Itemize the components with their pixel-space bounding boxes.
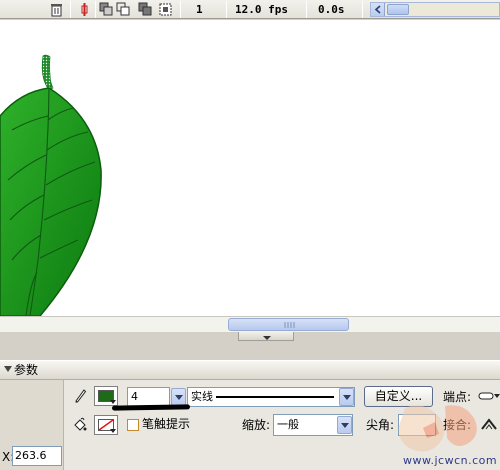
onion-skin-icon[interactable]: [99, 2, 114, 17]
toolbar-divider: [226, 1, 227, 18]
toolbar-divider: [95, 1, 96, 18]
modify-onion-markers-icon[interactable]: [158, 2, 173, 17]
paint-bucket-icon: [73, 417, 87, 437]
panel-gap: [0, 342, 500, 360]
custom-stroke-button[interactable]: 自定义...: [364, 386, 433, 407]
elapsed-time: 0.0s: [318, 3, 345, 16]
expand-triangle-icon[interactable]: [4, 366, 12, 372]
cap-label: 端点:: [443, 390, 472, 404]
pencil-icon: [73, 387, 87, 407]
panel-splitter[interactable]: [0, 332, 500, 342]
current-frame: 1: [196, 3, 203, 16]
trash-icon[interactable]: [49, 2, 64, 17]
toolbar-divider: [362, 1, 363, 18]
scale-label: 缩放:: [242, 418, 271, 432]
stroke-hinting-label: 笔触提示: [142, 417, 191, 431]
toolbar-divider: [70, 1, 71, 18]
leaf-stem[interactable]: [41, 54, 54, 91]
scroll-left-icon[interactable]: [371, 3, 385, 16]
chevron-down-icon: [110, 429, 116, 433]
collapse-panel-icon[interactable]: [238, 332, 294, 341]
stage-horizontal-scrollbar[interactable]: [0, 316, 500, 332]
timeline-toolbar: 1 12.0 fps 0.0s: [0, 0, 500, 19]
sharp-label: 尖角:: [366, 418, 395, 432]
stroke-style-select[interactable]: 实线: [187, 387, 355, 407]
stroke-style-preview: [216, 396, 334, 398]
fill-color-swatch[interactable]: [94, 415, 118, 435]
cap-style-icon[interactable]: [478, 389, 500, 407]
stage-canvas[interactable]: [0, 20, 500, 316]
parameters-panel-header[interactable]: 参数: [0, 360, 500, 380]
join-label: 接合:: [443, 418, 472, 432]
frame-rate[interactable]: 12.0 fps: [235, 1, 288, 18]
panel-title: 参数: [14, 363, 39, 377]
timeline-scrollbar[interactable]: [370, 2, 500, 17]
stroke-style-dropdown-button[interactable]: [339, 388, 354, 406]
scale-dropdown-button[interactable]: [337, 416, 352, 434]
onion-skin-outlines-icon[interactable]: [116, 2, 131, 17]
stroke-height-dropdown-button[interactable]: [171, 388, 186, 406]
x-position-field[interactable]: 263.6: [12, 446, 62, 466]
timeline-scroll-thumb[interactable]: [387, 4, 409, 15]
leaf-drawing[interactable]: [0, 20, 500, 316]
chevron-down-icon: [110, 400, 116, 404]
stroke-color-swatch[interactable]: [94, 386, 118, 406]
center-frame-icon[interactable]: [77, 2, 92, 17]
join-style-icon[interactable]: [480, 417, 498, 435]
sharp-field[interactable]: [398, 414, 436, 436]
toolbar-divider: [306, 1, 307, 18]
stroke-hinting-checkbox[interactable]: [127, 419, 139, 431]
stroke-style-label: 实线: [191, 390, 213, 403]
stage-scroll-thumb[interactable]: [228, 318, 349, 331]
toolbar-divider: [180, 1, 181, 18]
edit-multiple-frames-icon[interactable]: [138, 2, 153, 17]
